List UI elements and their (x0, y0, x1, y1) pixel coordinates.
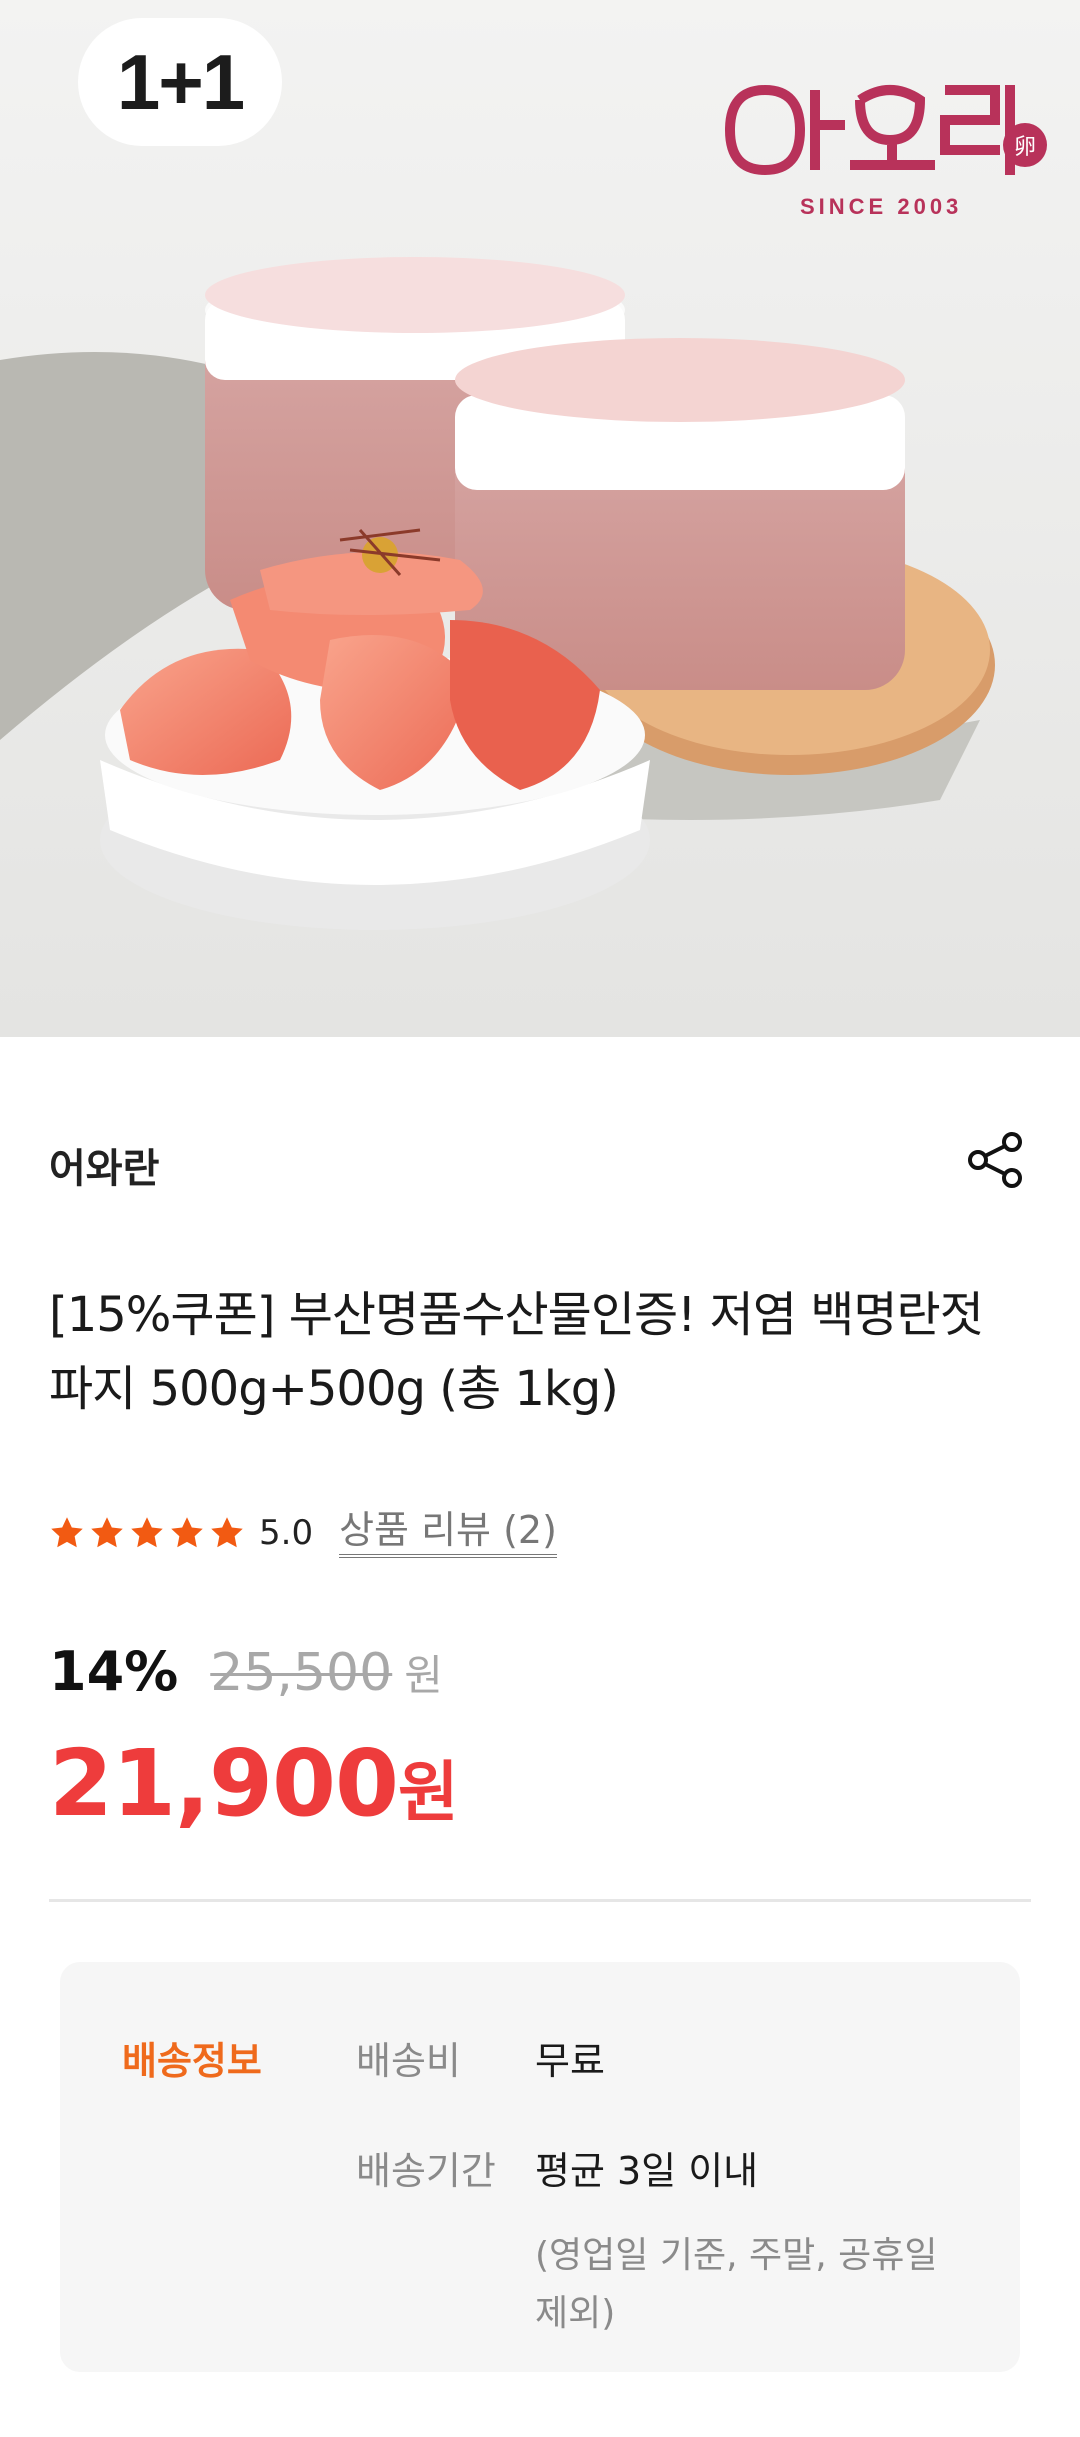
share-icon (968, 1132, 1022, 1188)
rating-score: 5.0 (259, 1513, 314, 1553)
brand-since-label: SINCE 2003 (800, 194, 963, 219)
brand-logo: 卵 SINCE 2003 (720, 70, 1060, 230)
sale-price-row: 21,900 원 (49, 1730, 459, 1837)
shipping-fee-value: 무료 (535, 2039, 605, 2083)
brand-logo-mark: 卵 (725, 84, 1047, 176)
svg-text:卵: 卵 (1014, 135, 1036, 160)
shipping-fee-label: 배송비 (356, 2039, 461, 2083)
rating-row: 5.0 상품 리뷰 (2) (49, 1508, 557, 1558)
shipping-info-title: 배송정보 (122, 2039, 262, 2083)
star-rating (49, 1515, 245, 1551)
star-icon (171, 1517, 203, 1548)
shipping-period-note: (영업일 기준, 주말, 공휴일 제외) (535, 2235, 938, 2334)
sale-price: 21,900 (49, 1730, 399, 1837)
star-icon (211, 1517, 243, 1548)
original-price: 25,500 (210, 1643, 393, 1703)
sale-price-unit: 원 (398, 1754, 459, 1831)
one-plus-one-badge: 1+1 (78, 18, 282, 146)
share-button[interactable] (960, 1124, 1032, 1196)
product-title: [15%쿠폰] 부산명품수산물인증! 저염 백명란젓 파지 500g+500g … (49, 1287, 984, 1417)
product-image[interactable]: 1+1 卵 SINCE 2003 (0, 0, 1080, 1037)
discount-rate: 14% (49, 1640, 179, 1703)
star-icon (131, 1517, 163, 1548)
original-price-row: 14% 25,500 원 (49, 1640, 443, 1703)
star-icon (91, 1517, 123, 1548)
review-link[interactable]: 상품 리뷰 (2) (339, 1508, 557, 1558)
badge-label: 1+1 (116, 37, 245, 126)
shipping-period-label: 배송기간 (356, 2149, 496, 2193)
shipping-period-value: 평균 3일 이내 (535, 2149, 759, 2193)
seller-name[interactable]: 어와란 (49, 1136, 159, 1194)
original-price-unit: 원 (404, 1651, 443, 1700)
star-icon (51, 1517, 83, 1548)
divider (49, 1899, 1031, 1902)
shipping-info-box: 배송정보 배송비 무료 배송기간 평균 3일 이내 (영업일 기준, 주말, 공… (60, 1962, 1020, 2372)
